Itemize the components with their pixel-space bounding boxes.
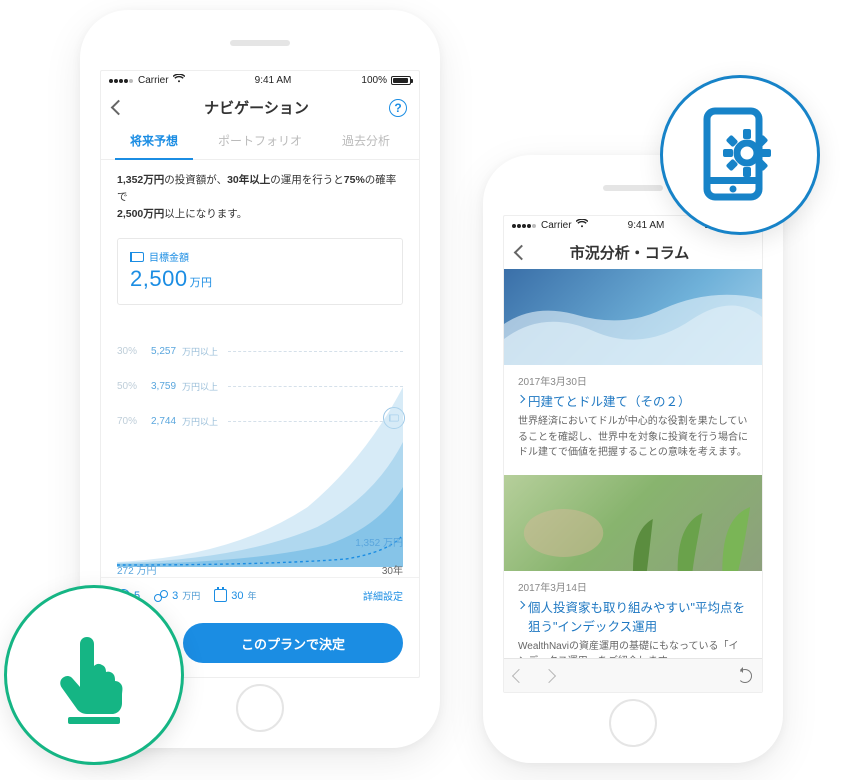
phone-small: Carrier 9:41 AM 100% 市況分析・コラム bbox=[483, 155, 783, 763]
forecast-chart: 30% 5,257 万円以上 50% 3,759 万円以上 70% 2,744 … bbox=[117, 315, 403, 577]
clock-label: 9:41 AM bbox=[628, 220, 665, 231]
calendar-icon bbox=[214, 589, 227, 602]
forecast-summary: 1,352万円の投資額が、30年以上の運用を行うと75%の確率で2,500万円以… bbox=[101, 160, 419, 234]
target-unit: 万円 bbox=[190, 277, 213, 289]
screen-right: Carrier 9:41 AM 100% 市況分析・コラム bbox=[503, 215, 763, 693]
article-image bbox=[504, 269, 762, 365]
clock-label: 9:41 AM bbox=[255, 75, 292, 86]
chart-x-labels: 272 万円 30年 bbox=[117, 562, 403, 577]
battery-label: 100% bbox=[361, 75, 387, 86]
chevron-right-icon bbox=[517, 395, 525, 403]
carrier-label: Carrier bbox=[138, 75, 169, 86]
article-desc: WealthNaviの資産運用の基礎にもなっている「インデックス運用」をご紹介し… bbox=[518, 639, 748, 659]
phone-gear-icon bbox=[693, 105, 787, 205]
detail-settings-link[interactable]: 詳細設定 bbox=[363, 588, 403, 603]
tab-history[interactable]: 過去分析 bbox=[313, 124, 419, 159]
article-image bbox=[504, 475, 762, 571]
toolbar-forward-icon[interactable] bbox=[542, 668, 556, 682]
back-icon[interactable] bbox=[111, 100, 127, 116]
help-icon[interactable]: ? bbox=[389, 99, 407, 117]
flag-icon bbox=[130, 252, 144, 262]
article-card: 2017年3月14日 個人投資家も取り組みやすい"平均点を狙う"インデックス運用… bbox=[504, 475, 762, 659]
article-card: 2017年3月30日 円建てとドル建て（その２） 世界経済においてドルが中心的な… bbox=[504, 269, 762, 475]
wifi-icon bbox=[576, 219, 588, 231]
target-label: 目標金額 bbox=[149, 249, 189, 264]
toolbar-back-icon[interactable] bbox=[512, 668, 526, 682]
carrier-label: Carrier bbox=[541, 220, 572, 231]
setting-deposit[interactable]: 3 万円 bbox=[154, 589, 200, 602]
article-list: 2017年3月30日 円建てとドル建て（その２） 世界経済においてドルが中心的な… bbox=[504, 269, 762, 658]
tab-portfolio[interactable]: ポートフォリオ bbox=[207, 124, 313, 159]
toolbar-reload-icon[interactable] bbox=[738, 669, 752, 683]
nav-header-right: 市況分析・コラム bbox=[504, 234, 762, 269]
device-settings-badge bbox=[660, 75, 820, 235]
page-title: 市況分析・コラム bbox=[570, 242, 690, 263]
target-value: 2,500 bbox=[130, 266, 188, 291]
battery-icon bbox=[391, 76, 411, 85]
wifi-icon bbox=[173, 74, 185, 86]
tab-forecast[interactable]: 将来予想 bbox=[101, 124, 207, 159]
status-bar: Carrier 9:41 AM 100% bbox=[101, 71, 419, 89]
article-date: 2017年3月14日 bbox=[518, 579, 748, 594]
touch-badge bbox=[4, 585, 184, 765]
deposit-icon bbox=[154, 590, 168, 602]
chevron-right-icon bbox=[517, 600, 525, 608]
confirm-plan-button[interactable]: このプランで決定 bbox=[183, 623, 403, 663]
article-title-link[interactable]: 個人投資家も取り組みやすい"平均点を狙う"インデックス運用 bbox=[518, 597, 748, 635]
nav-header: ナビゲーション ? bbox=[101, 89, 419, 124]
chart-row-30: 30% 5,257 万円以上 bbox=[117, 345, 403, 358]
setting-term[interactable]: 30 年 bbox=[214, 589, 256, 602]
pointer-hand-icon bbox=[49, 625, 139, 725]
browser-toolbar bbox=[504, 658, 762, 692]
article-title-link[interactable]: 円建てとドル建て（その２） bbox=[518, 391, 748, 410]
chart-x-end: 30年 bbox=[382, 562, 403, 577]
signal-dots-icon bbox=[512, 220, 537, 231]
signal-dots-icon bbox=[109, 75, 134, 86]
back-icon[interactable] bbox=[514, 245, 530, 261]
screen-left: Carrier 9:41 AM 100% ナビゲーション ? 将来予想 ポートフ… bbox=[100, 70, 420, 678]
target-amount-card: 目標金額 2,500万円 bbox=[117, 238, 403, 305]
chart-x-start: 272 万円 bbox=[117, 562, 156, 577]
tabs: 将来予想 ポートフォリオ 過去分析 bbox=[101, 124, 419, 160]
chart-end-value: 1,352 万円 bbox=[355, 534, 403, 549]
article-desc: 世界経済においてドルが中心的な役割を果たしていることを確認し、世界中を対象に投資… bbox=[518, 414, 748, 461]
article-date: 2017年3月30日 bbox=[518, 373, 748, 388]
page-title: ナビゲーション bbox=[204, 97, 309, 118]
